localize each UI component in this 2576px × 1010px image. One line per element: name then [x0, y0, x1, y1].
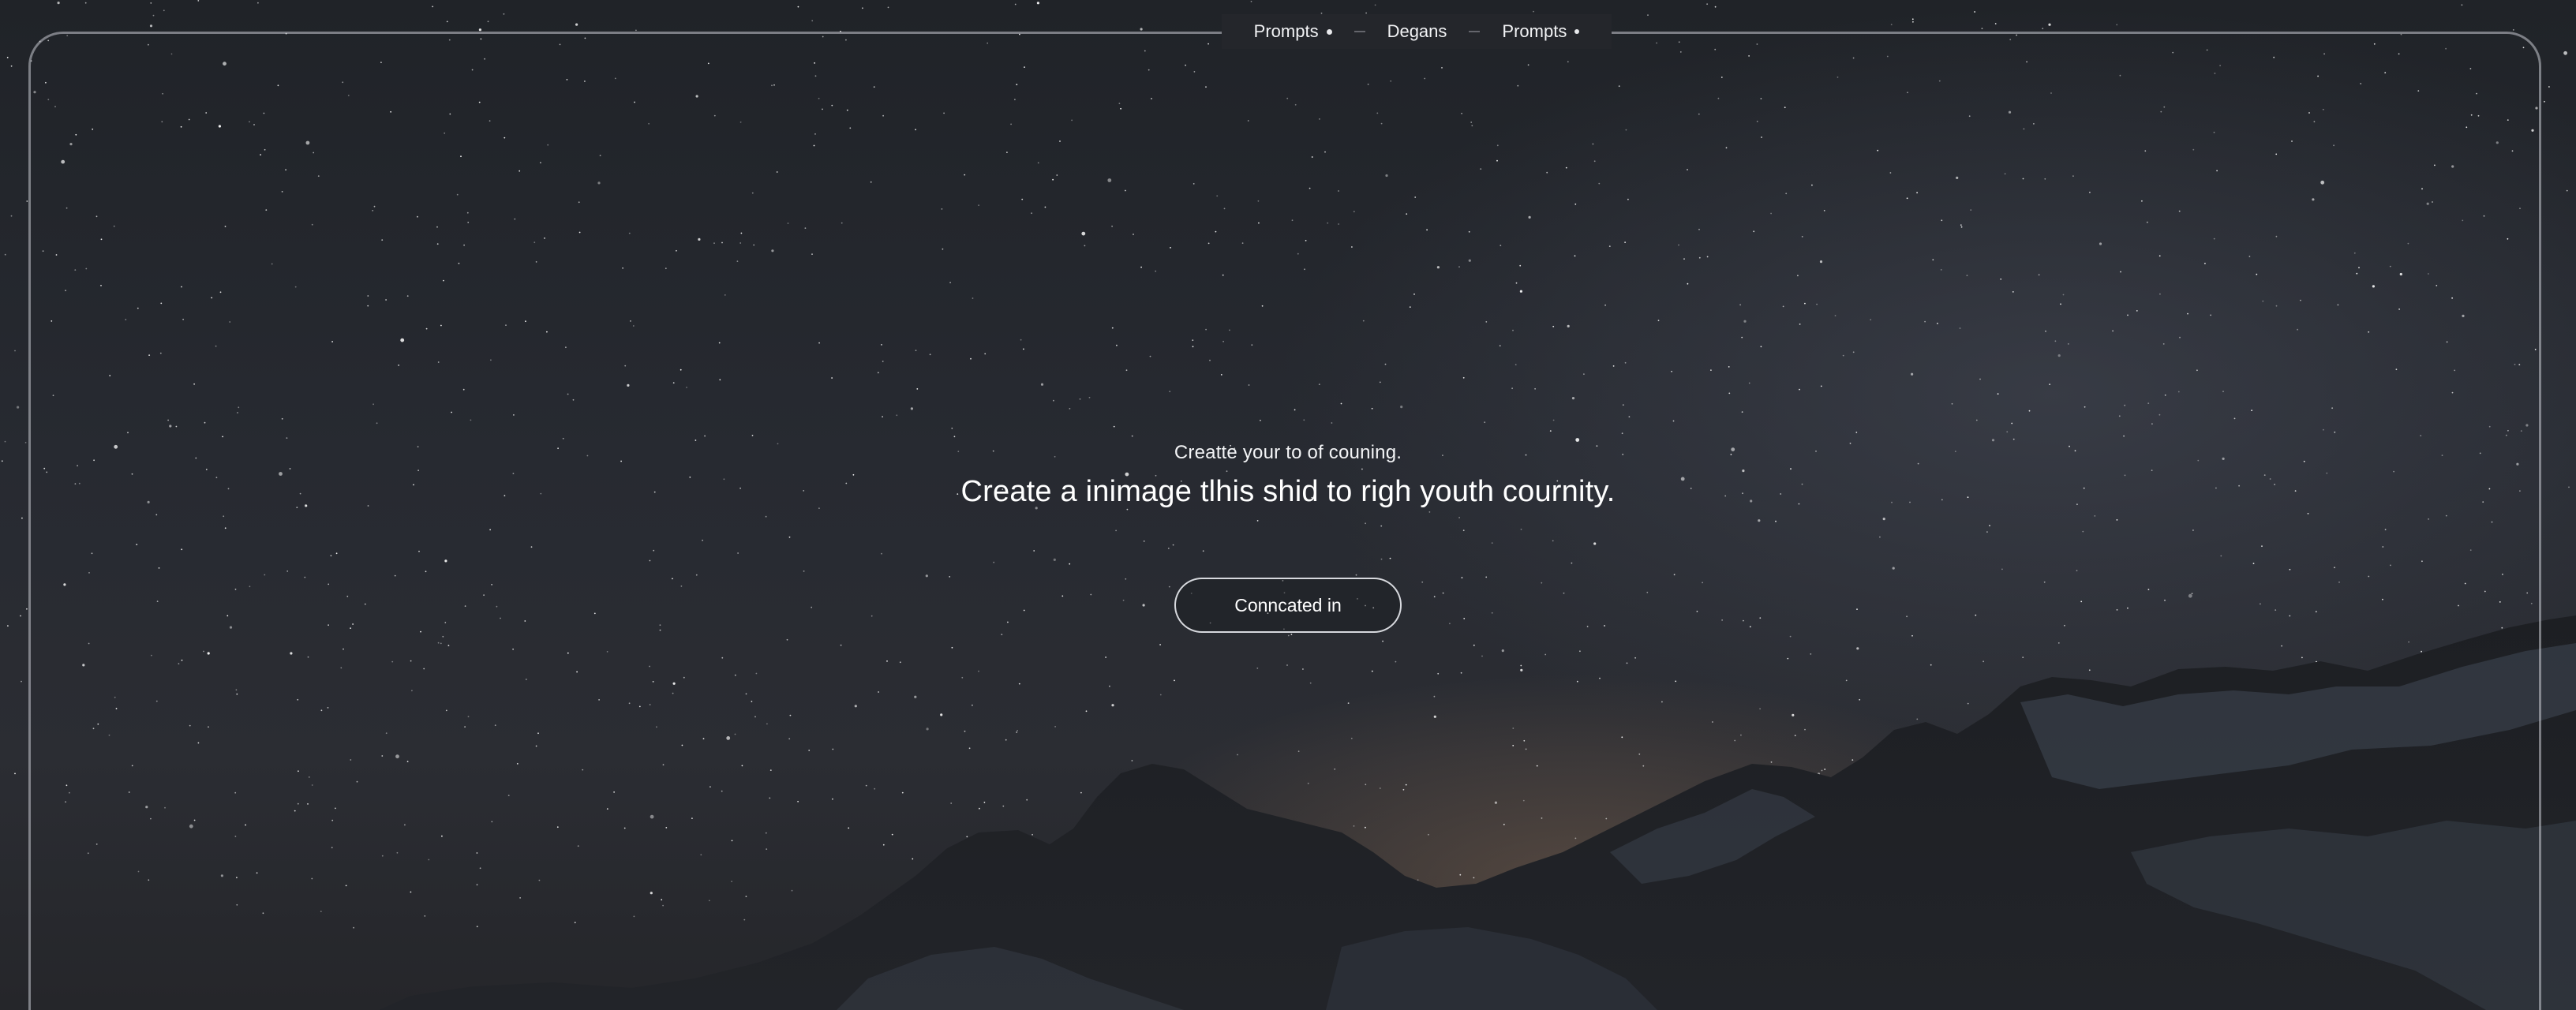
nav-item-prompts[interactable]: Prompts	[1254, 21, 1332, 42]
connect-button[interactable]: Conncated in	[1174, 578, 1402, 633]
nav-item-label: Prompts	[1253, 21, 1319, 41]
nav-item-degans[interactable]: Degans	[1387, 21, 1447, 42]
hero-section: Creatte your to of couning. Create a ini…	[0, 442, 2576, 509]
nav-separator	[1354, 31, 1365, 32]
hero-subtitle: Creatte your to of couning.	[1174, 442, 1402, 463]
nav-item-label: Degans	[1387, 21, 1447, 41]
nav-item-prompts-secondary[interactable]: Prompts	[1502, 21, 1580, 42]
content-frame	[28, 32, 2541, 1010]
nav-separator	[1469, 31, 1481, 32]
hero-headline: Create a inimage tlhis shid to righ yout…	[960, 475, 1616, 508]
nav-item-label: Prompts	[1502, 21, 1567, 41]
dot-icon	[1326, 28, 1332, 35]
dot-icon	[1574, 29, 1580, 34]
top-navigation: Prompts Degans Prompts	[1222, 14, 1612, 49]
